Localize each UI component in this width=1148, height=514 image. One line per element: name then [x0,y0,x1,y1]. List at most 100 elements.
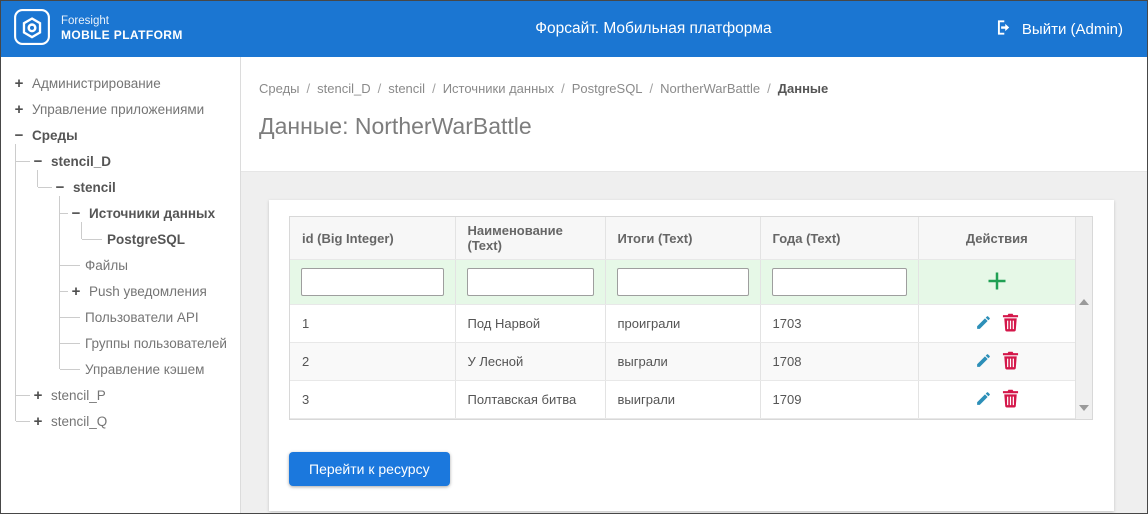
sidebar-item-push-notifications[interactable]: + Push уведомления [60,278,240,304]
column-header-result: Итоги (Text) [605,217,761,260]
filter-row [290,259,1075,305]
edit-row-button[interactable] [975,390,992,407]
cell-id: 1 [290,304,456,343]
sidebar-item-cache-management[interactable]: Управление кэшем [60,356,240,382]
filter-input-result[interactable] [616,268,749,296]
page-title: Данные: NortherWarBattle [259,113,532,139]
edit-row-button[interactable] [975,314,992,331]
column-header-actions: Действия [918,217,1075,260]
collapse-icon[interactable]: − [30,153,46,170]
table-row: 3 Полтавская битва выиграли 1709 [290,380,1075,419]
filter-input-id[interactable] [301,268,444,296]
cell-id: 3 [290,380,456,419]
table-scrollbar[interactable] [1075,217,1092,419]
brand: Foresight MOBILE PLATFORM [13,8,313,51]
tree-guide-line [81,222,82,239]
tree-connector [60,316,80,318]
sidebar-item-label: Группы пользователей [85,335,227,351]
breadcrumb-separator: / [561,81,565,96]
expand-icon[interactable]: + [11,101,27,118]
delete-row-button[interactable] [1002,389,1019,408]
sidebar-item-label: Push уведомления [89,283,207,299]
tree-connector [16,160,30,162]
collapse-icon[interactable]: − [68,205,84,222]
column-header-name: Наименование (Text) [455,217,606,260]
tree-connector [60,212,68,214]
edit-row-button[interactable] [975,352,992,369]
breadcrumb-item[interactable]: stencil_D [317,81,370,96]
scroll-down-arrow-icon[interactable] [1079,405,1089,411]
tree-connector [60,290,68,292]
filter-input-name[interactable] [466,268,594,296]
cell-year: 1703 [760,304,919,343]
add-row-button[interactable] [985,269,1009,293]
sidebar-item-stencil-p[interactable]: + stencil_P [16,382,240,408]
sidebar-item-label: Среды [32,127,78,143]
table-row: 1 Под Нарвой проиграли 1703 [290,304,1075,343]
breadcrumb-separator: / [377,81,382,96]
brand-line2: MOBILE PLATFORM [61,27,183,42]
breadcrumb-item[interactable]: NortherWarBattle [660,81,760,96]
app-header: Foresight MOBILE PLATFORM Форсайт. Мобил… [1,1,1147,57]
sidebar-item-label: Управление приложениями [32,101,205,117]
app-window: Foresight MOBILE PLATFORM Форсайт. Мобил… [0,0,1148,514]
expand-icon[interactable]: + [68,283,84,300]
cell-name: У Лесной [455,342,606,381]
cell-result: выиграли [605,380,761,419]
sidebar-item-label: stencil [73,179,116,195]
breadcrumb-item[interactable]: Источники данных [443,81,554,96]
sign-out-icon [994,18,1013,41]
sidebar-item-label: stencil_P [51,387,106,403]
breadcrumb-item[interactable]: stencil [388,81,425,96]
sidebar-item-label: Файлы [85,257,128,273]
breadcrumb-separator: / [306,81,311,96]
app-title: Форсайт. Мобильная платформа [535,20,772,37]
logout-button[interactable]: Выйти (Admin) [994,18,1123,41]
breadcrumb-item[interactable]: Среды [259,81,300,96]
sidebar-item-data-sources[interactable]: − Источники данных [60,200,240,226]
sidebar-item-stencil-d[interactable]: − stencil_D [16,148,240,174]
cell-name: Под Нарвой [455,304,606,343]
cell-year: 1709 [760,380,919,419]
collapse-icon[interactable]: − [11,127,27,144]
filter-input-year[interactable] [771,268,907,296]
tree-connector [60,368,80,370]
column-header-year: Года (Text) [760,217,919,260]
expand-icon[interactable]: + [30,387,46,404]
delete-row-button[interactable] [1002,351,1019,370]
tree-guide-line [37,170,38,187]
go-to-resource-button[interactable]: Перейти к ресурсу [289,452,450,486]
sidebar-item-label: Администрирование [32,75,161,91]
breadcrumb-separator: / [649,81,654,96]
sidebar-item-label: PostgreSQL [107,231,186,247]
tree-connector [60,264,80,266]
sidebar-item-administration[interactable]: + Администрирование [11,70,240,96]
breadcrumb-separator: / [432,81,436,96]
breadcrumb: Среды / stencil_D / stencil / Источники данных… [259,81,1129,96]
brand-text: Foresight MOBILE PLATFORM [61,15,183,42]
sidebar-item-files[interactable]: Файлы [60,252,240,278]
table-header-row: id (Big Integer) Наименование (Text) Ито… [290,217,1075,260]
data-card: id (Big Integer) Наименование (Text) Ито… [269,200,1114,511]
delete-row-button[interactable] [1002,313,1019,332]
collapse-icon[interactable]: − [52,179,68,196]
sidebar-item-app-management[interactable]: + Управление приложениями [11,96,240,122]
tree-connector [60,342,80,344]
cell-result: проиграли [605,304,761,343]
tree-connector [38,186,52,188]
sidebar-item-user-groups[interactable]: Группы пользователей [60,330,240,356]
cell-id: 2 [290,342,456,381]
sidebar-item-api-users[interactable]: Пользователи API [60,304,240,330]
sidebar-item-stencil[interactable]: − stencil [38,174,240,200]
breadcrumb-item[interactable]: PostgreSQL [572,81,643,96]
sidebar-item-stencil-q[interactable]: + stencil_Q [16,408,240,434]
expand-icon[interactable]: + [11,75,27,92]
tree-guide-line [59,196,60,369]
scroll-up-arrow-icon[interactable] [1079,299,1089,305]
expand-icon[interactable]: + [30,413,46,430]
sidebar-item-postgresql[interactable]: PostgreSQL [82,226,240,252]
breadcrumb-separator: / [767,81,771,96]
content-area: Среды / stencil_D / stencil / Источники данных… [241,57,1147,513]
sidebar-item-environments[interactable]: − Среды [11,122,240,148]
cell-year: 1708 [760,342,919,381]
